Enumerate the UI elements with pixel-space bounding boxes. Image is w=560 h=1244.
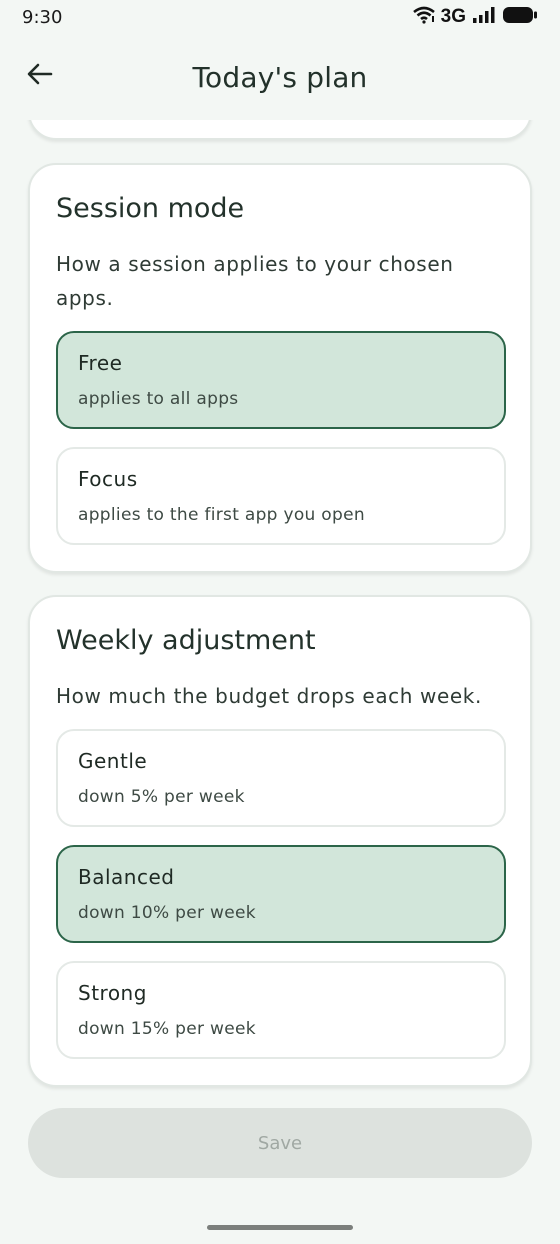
option-free[interactable]: Free applies to all apps [56,331,506,429]
signal-icon [472,6,496,28]
option-strong[interactable]: Strong down 15% per week [56,961,506,1059]
option-subtitle: down 10% per week [78,903,256,923]
save-button[interactable]: Save [28,1108,532,1178]
back-button[interactable] [22,58,58,94]
status-icons: 3G [412,6,538,28]
app-bar: Today's plan [0,42,560,112]
section-title: Session mode [56,193,245,224]
option-title: Balanced [78,865,175,889]
option-title: Focus [78,467,138,491]
option-title: Free [78,351,123,375]
option-gentle[interactable]: Gentle down 5% per week [56,729,506,827]
option-subtitle: applies to the first app you open [78,505,365,525]
status-bar: 9:30 3G [0,0,560,34]
network-type: 3G [440,6,466,27]
option-subtitle: down 15% per week [78,1019,256,1039]
status-time: 9:30 [22,6,63,28]
page-title: Today's plan [192,60,368,94]
battery-icon [502,6,538,28]
weekly-adjustment-card: Weekly adjustment How much the budget dr… [28,595,532,1087]
settings-scroll-area[interactable]: Session mode How a session applies to yo… [0,120,560,1100]
option-title: Gentle [78,749,148,773]
option-subtitle: down 5% per week [78,787,245,807]
option-title: Strong [78,981,147,1005]
previous-card [28,120,532,140]
section-description: How much the budget drops each week. [56,684,482,708]
wifi-icon [412,6,435,28]
option-focus[interactable]: Focus applies to the first app you open [56,447,506,545]
option-subtitle: applies to all apps [78,389,239,409]
section-description: How a session applies to your chosen app… [56,252,454,310]
section-title: Weekly adjustment [56,625,316,656]
arrow-left-icon [27,63,53,89]
option-balanced[interactable]: Balanced down 10% per week [56,845,506,943]
home-indicator[interactable] [207,1225,353,1230]
session-mode-card: Session mode How a session applies to yo… [28,163,532,573]
